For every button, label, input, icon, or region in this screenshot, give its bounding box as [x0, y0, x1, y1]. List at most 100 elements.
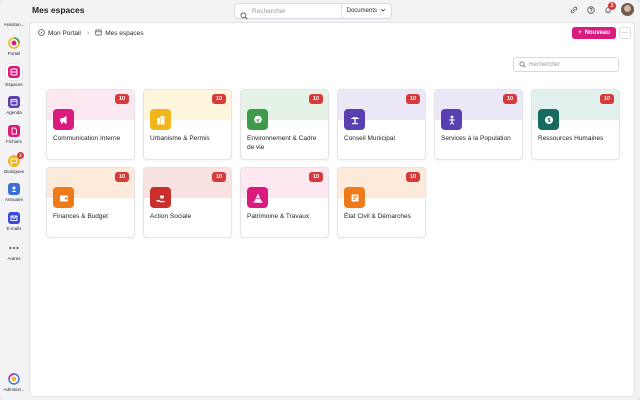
hand-heart-icon	[150, 187, 171, 208]
breadcrumb-current-label: Mes espaces	[105, 30, 144, 37]
wallet-icon	[53, 187, 74, 208]
card-title: Finances & Budget	[53, 213, 108, 220]
new-space-button[interactable]: + Nouveau	[572, 27, 616, 39]
sidebar-item-portail[interactable]: Portail	[0, 37, 28, 56]
scroll-icon	[344, 187, 365, 208]
sidebar-item-label: Annuaire	[4, 197, 23, 202]
link-icon[interactable]	[570, 6, 578, 14]
cone-icon	[247, 187, 268, 208]
top-bar: Mes espaces Documents 2	[0, 0, 640, 22]
sidebar-item-agenda[interactable]: Agenda	[0, 96, 28, 115]
sidebar-item-label: Espaces	[5, 82, 23, 87]
card-title: Patrimoine & Travaux	[247, 213, 310, 220]
sidebar-item-administration[interactable]: Administ...	[0, 373, 28, 392]
sidebar-item-dialogues[interactable]: 2 Dialogues	[0, 152, 28, 174]
card-count-badge: 10	[212, 172, 226, 182]
space-card-patrimoine[interactable]: 10 Patrimoine & Travaux	[240, 167, 329, 238]
spaces-search	[513, 57, 619, 72]
card-title: État Civil & Démarches	[344, 213, 411, 220]
plus-icon: +	[578, 30, 582, 36]
file-icon	[8, 125, 20, 137]
global-search: Documents	[234, 3, 392, 20]
money-icon: $	[538, 109, 559, 130]
bell-icon[interactable]: 2	[604, 1, 616, 14]
sidebar: Assistan... Portail Espaces Agenda Fichi…	[0, 0, 28, 400]
space-card-services[interactable]: 10 Services à la Population	[434, 89, 523, 160]
space-card-conseil[interactable]: 10 Conseil Municipal	[337, 89, 426, 160]
avatar[interactable]	[621, 3, 634, 16]
more-options-button[interactable]: ···	[619, 27, 631, 39]
space-card-rh[interactable]: 10 $ Ressources Humaines	[531, 89, 620, 160]
admin-icon	[8, 373, 20, 385]
sidebar-item-fichiers[interactable]: Fichiers	[0, 125, 28, 144]
space-card-environnement[interactable]: 10 Environnement & Cadre de vie	[240, 89, 329, 160]
top-actions: 2	[570, 1, 634, 16]
search-scope-select[interactable]: Documents	[340, 4, 391, 18]
leaf-icon	[247, 109, 268, 130]
megaphone-icon	[53, 109, 74, 130]
sidebar-item-emails[interactable]: E-mails	[0, 212, 28, 231]
sidebar-item-label: Assistan...	[3, 22, 25, 27]
card-count-badge: 10	[212, 94, 226, 104]
sidebar-item-label: Fichiers	[6, 139, 22, 144]
directory-icon	[8, 183, 20, 195]
portal-icon	[8, 37, 20, 49]
ellipsis-icon: ···	[622, 30, 628, 36]
card-count-badge: 10	[309, 172, 323, 182]
card-title: Action Sociale	[150, 213, 192, 220]
more-icon	[8, 242, 20, 254]
spaces-icon	[8, 66, 20, 78]
breadcrumb-portal-label: Mon Portail	[48, 30, 81, 37]
notification-badge: 2	[17, 152, 24, 159]
card-count-badge: 10	[115, 172, 129, 182]
breadcrumb: Mon Portail › Mes espaces	[38, 29, 144, 38]
breadcrumb-portal[interactable]: Mon Portail	[38, 29, 81, 38]
new-button-label: Nouveau	[584, 30, 610, 36]
card-title: Conseil Municipal	[344, 135, 395, 142]
sidebar-item-label: Agenda	[6, 110, 22, 115]
space-card-communication[interactable]: 10 Communication Interne	[46, 89, 135, 160]
space-card-finances[interactable]: 10 Finances & Budget	[46, 167, 135, 238]
help-icon[interactable]	[587, 5, 595, 14]
card-count-badge: 10	[503, 94, 517, 104]
breadcrumb-current: Mes espaces	[95, 29, 144, 38]
sidebar-item-label: E-mails	[6, 226, 22, 231]
chat-icon: 2	[8, 152, 24, 167]
search-input[interactable]	[252, 7, 348, 15]
podium-icon	[344, 109, 365, 130]
calendar-icon	[8, 96, 20, 108]
person-icon	[441, 109, 462, 130]
sidebar-item-label: Portail	[7, 51, 21, 56]
card-title: Ressources Humaines	[538, 135, 604, 142]
space-card-etat-civil[interactable]: 10 État Civil & Démarches	[337, 167, 426, 238]
sidebar-item-autres[interactable]: Autres	[0, 242, 28, 261]
search-icon	[240, 7, 248, 20]
svg-text:$: $	[547, 118, 550, 124]
chevron-right-icon: ›	[86, 30, 90, 37]
card-count-badge: 10	[406, 94, 420, 104]
spaces-icon	[95, 29, 102, 38]
buildings-icon	[150, 109, 171, 130]
notification-badge: 2	[608, 1, 616, 10]
card-count-badge: 10	[406, 172, 420, 182]
card-count-badge: 10	[115, 94, 129, 104]
mail-icon	[8, 212, 20, 224]
page-title: Mes espaces	[32, 5, 85, 15]
card-title: Communication Interne	[53, 135, 121, 142]
card-title: Urbanisme & Permis	[150, 135, 210, 142]
spaces-search-input[interactable]	[529, 61, 618, 68]
chevron-down-icon	[380, 7, 386, 15]
space-card-action-sociale[interactable]: 10 Action Sociale	[143, 167, 232, 238]
active-indicator	[6, 64, 22, 80]
card-count-badge: 10	[309, 94, 323, 104]
sidebar-item-label: Dialogues	[3, 169, 24, 174]
search-scope-value: Documents	[346, 8, 377, 14]
sidebar-item-espaces[interactable]: Espaces	[0, 64, 28, 87]
search-icon	[519, 61, 526, 68]
sidebar-item-label: Autres	[7, 256, 21, 261]
space-card-urbanisme[interactable]: 10 Urbanisme & Permis	[143, 89, 232, 160]
main-panel: Mon Portail › Mes espaces + Nouveau ···	[29, 22, 635, 397]
compass-icon	[38, 29, 45, 38]
card-title: Services à la Population	[441, 135, 511, 142]
sidebar-item-annuaire[interactable]: Annuaire	[0, 183, 28, 202]
